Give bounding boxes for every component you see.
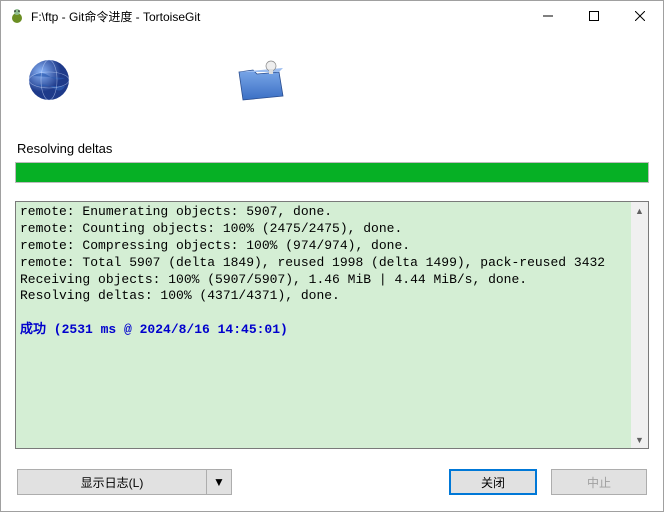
right-buttons: 关闭 中止 [449, 469, 647, 495]
console-output[interactable]: remote: Enumerating objects: 5907, done.… [16, 202, 631, 448]
globe-icon [25, 56, 73, 107]
close-window-button[interactable] [617, 1, 663, 31]
header-icons [15, 41, 649, 121]
window-controls [525, 1, 663, 31]
console-output-wrap: remote: Enumerating objects: 5907, done.… [15, 201, 649, 449]
folder-transfer-icon [233, 56, 289, 107]
showlog-group: 显示日志(L) ▼ [17, 469, 232, 495]
tortoisegit-progress-window: F:\ftp - Git命令进度 - TortoiseGit [0, 0, 664, 512]
minimize-button[interactable] [525, 1, 571, 31]
scroll-down-icon[interactable]: ▼ [631, 431, 648, 448]
progress-bar [15, 162, 649, 183]
app-icon [9, 8, 25, 24]
chevron-down-icon: ▼ [213, 475, 225, 489]
show-log-button[interactable]: 显示日志(L) [17, 469, 207, 495]
scroll-up-icon[interactable]: ▲ [631, 202, 648, 219]
console-scrollbar[interactable]: ▲ ▼ [631, 202, 648, 448]
button-row: 显示日志(L) ▼ 关闭 中止 [15, 469, 649, 499]
abort-button[interactable]: 中止 [551, 469, 647, 495]
success-line: 成功 (2531 ms @ 2024/8/16 14:45:01) [20, 322, 288, 337]
content-area: Resolving deltas remote: Enumerating obj… [1, 31, 663, 511]
status-label: Resolving deltas [15, 141, 649, 156]
maximize-button[interactable] [571, 1, 617, 31]
show-log-dropdown-button[interactable]: ▼ [207, 469, 232, 495]
scroll-track[interactable] [631, 219, 648, 431]
window-title: F:\ftp - Git命令进度 - TortoiseGit [31, 8, 525, 25]
close-button[interactable]: 关闭 [449, 469, 537, 495]
titlebar[interactable]: F:\ftp - Git命令进度 - TortoiseGit [1, 1, 663, 31]
